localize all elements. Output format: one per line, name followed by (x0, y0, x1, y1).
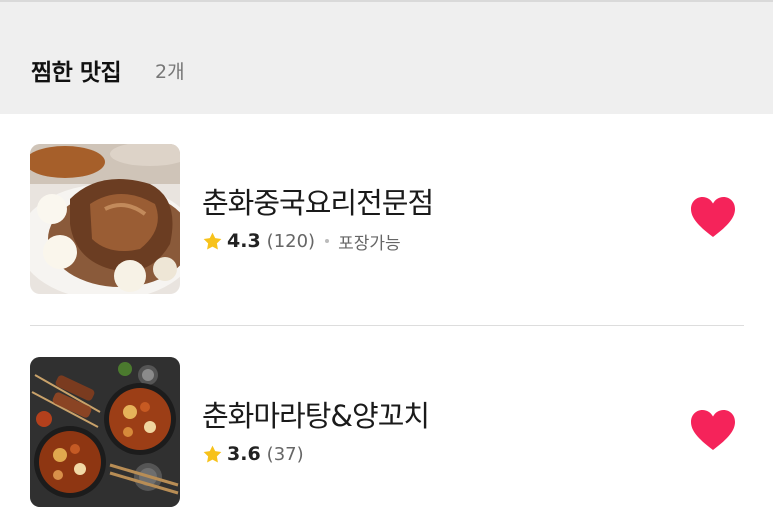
restaurant-thumbnail[interactable] (30, 144, 180, 294)
favorites-page: 찜한 맛집 2개 춘화중국요리전문점 4.3 (120) 포장가능 춘화마라탕&… (0, 0, 773, 529)
review-count: (120) (266, 230, 316, 252)
star-icon (202, 444, 223, 465)
braised-meat-dish-image (30, 144, 180, 294)
rating-value: 4.3 (227, 230, 261, 252)
restaurant-thumbnail[interactable] (30, 357, 180, 507)
header-title: 찜한 맛집 (31, 60, 122, 86)
favorite-heart-icon[interactable] (690, 409, 736, 453)
favorites-count: 2개 (155, 61, 185, 83)
restaurant-meta: 3.6 (37) (202, 442, 304, 466)
restaurant-name[interactable]: 춘화마라탕&양꼬치 (202, 393, 430, 435)
favorite-heart-icon[interactable] (690, 196, 736, 240)
list-divider (30, 325, 744, 326)
restaurant-list-item[interactable]: 춘화마라탕&양꼬치 3.6 (37) (0, 353, 773, 513)
review-count: (37) (266, 443, 304, 465)
restaurant-list-item[interactable]: 춘화중국요리전문점 4.3 (120) 포장가능 (0, 140, 773, 300)
malatang-skewers-dish-image (30, 357, 180, 507)
restaurant-name[interactable]: 춘화중국요리전문점 (202, 180, 434, 222)
star-icon (202, 231, 223, 252)
favorites-header: 찜한 맛집 2개 (0, 0, 773, 114)
restaurant-meta: 4.3 (120) 포장가능 (202, 229, 401, 254)
separator-dot (325, 239, 330, 243)
rating-value: 3.6 (227, 443, 261, 465)
takeout-tag: 포장가능 (338, 233, 401, 254)
